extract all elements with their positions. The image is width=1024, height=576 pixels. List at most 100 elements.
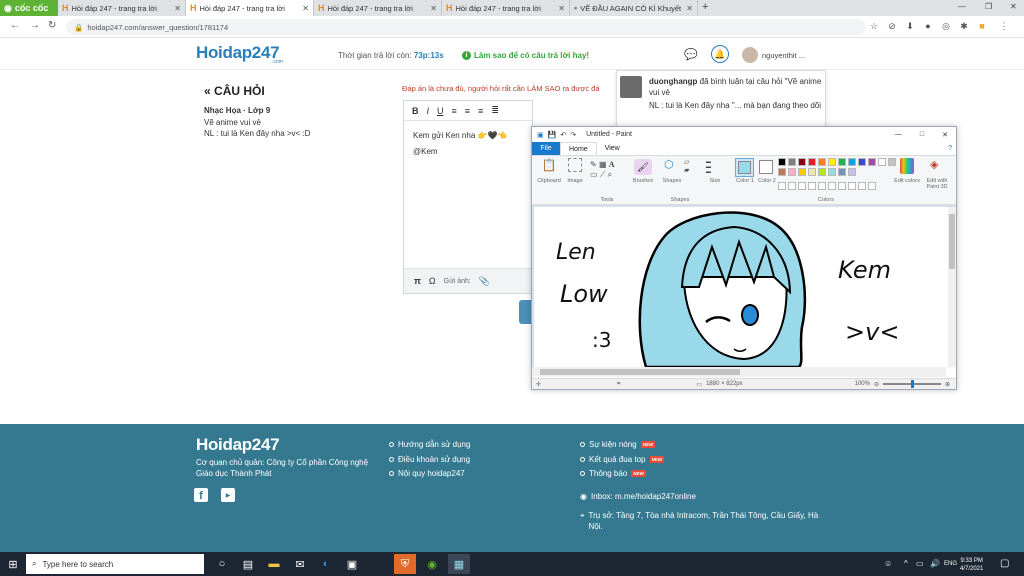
paint-close-icon[interactable]: ✕	[942, 131, 948, 139]
magnifier-icon[interactable]: ⌕	[608, 170, 612, 179]
fill-icon[interactable]: ▦	[599, 160, 607, 169]
math-pi-button[interactable]: π	[414, 276, 421, 286]
new-tab-button[interactable]: +	[702, 1, 708, 13]
paperclip-icon[interactable]: 📎	[479, 276, 490, 287]
color-swatch[interactable]	[818, 158, 826, 166]
back-icon[interactable]: ←	[10, 20, 20, 31]
editor-content-line-2[interactable]: @Kem	[413, 147, 438, 156]
align-left-icon[interactable]: ≡	[452, 106, 457, 116]
zoom-in-icon[interactable]: ⊕	[945, 381, 950, 388]
shapes-icon[interactable]: ⬡	[664, 158, 674, 171]
paint-home-tab[interactable]: Home	[560, 142, 597, 155]
pencil-icon[interactable]: ✎	[590, 160, 597, 169]
symbol-omega-button[interactable]: Ω	[429, 276, 436, 286]
color-swatch[interactable]	[778, 158, 786, 166]
extension-icon[interactable]: ⊘	[886, 20, 898, 32]
edge-icon[interactable]: ◐	[318, 556, 334, 572]
color-picker-icon[interactable]: ⟋	[600, 170, 606, 179]
facebook-icon[interactable]: f	[194, 488, 208, 502]
coccoc-brand-button[interactable]: ◉ cốc cốc	[0, 0, 58, 16]
color-swatch[interactable]	[838, 168, 846, 176]
footer-link-rules[interactable]: Nội quy hoidap247	[389, 469, 465, 478]
custom-slot[interactable]	[778, 182, 786, 190]
youtube-icon[interactable]: ▶	[221, 488, 235, 502]
editor-content-line-1[interactable]: Kem gửi Ken nha 👉🖤👈	[413, 131, 507, 140]
footer-link-announcements[interactable]: Thông báo NEW	[580, 469, 646, 478]
paint-file-tab[interactable]: File	[532, 142, 560, 155]
save-icon[interactable]: 💾	[548, 131, 557, 139]
eraser-icon[interactable]: ▭	[590, 170, 598, 179]
horizontal-scroll-thumb[interactable]	[540, 369, 740, 375]
color-swatch[interactable]	[838, 158, 846, 166]
footer-logo[interactable]: Hoidap247	[196, 435, 280, 455]
color-swatch[interactable]	[788, 158, 796, 166]
color-swatch[interactable]	[798, 158, 806, 166]
custom-slot[interactable]	[838, 182, 846, 190]
username[interactable]: nguyenthit ...	[762, 51, 805, 60]
footer-inbox-link[interactable]: ◉ Inbox: m.me/hoidap247online	[580, 492, 696, 501]
paint-minimize-icon[interactable]: —	[895, 131, 902, 138]
extension-2-icon[interactable]: ●	[922, 20, 934, 32]
custom-slot[interactable]	[828, 182, 836, 190]
help-icon[interactable]: ?	[948, 145, 952, 152]
close-tab-icon[interactable]: ✕	[302, 4, 309, 13]
store-icon[interactable]: ▣	[344, 556, 360, 572]
url-bar[interactable]: 🔒 hoidap247.com/answer_question/1781174	[66, 19, 866, 35]
color1-button[interactable]	[735, 158, 754, 177]
select-icon[interactable]	[568, 158, 582, 172]
task-view-icon[interactable]: ▤	[240, 556, 256, 572]
zoom-out-icon[interactable]: ⊖	[874, 381, 879, 388]
site-logo[interactable]: Hoidap247	[196, 43, 280, 63]
close-window-icon[interactable]: ✕	[1010, 2, 1017, 11]
custom-slot[interactable]	[818, 182, 826, 190]
color-swatch[interactable]	[828, 158, 836, 166]
size-icon[interactable]: ━ ━ ━	[706, 159, 711, 177]
browser-tab-3[interactable]: H Hỏi đáp 247 - trang tra lời ✕	[314, 0, 442, 16]
vertical-scroll-thumb[interactable]	[949, 214, 955, 269]
undo-icon[interactable]: ↶	[560, 131, 566, 139]
edit-colors-icon[interactable]	[900, 158, 914, 174]
footer-link-guide[interactable]: Hướng dẫn sử dụng	[389, 440, 470, 449]
bookmark-star-icon[interactable]: ☆	[868, 20, 880, 32]
paint3d-icon[interactable]: ◈	[930, 158, 938, 171]
underline-button[interactable]: U	[437, 106, 444, 116]
tray-chevron-icon[interactable]: ^	[904, 559, 908, 568]
custom-slot[interactable]	[868, 182, 876, 190]
coccoc-taskbar-icon[interactable]: ◉	[424, 556, 440, 572]
forward-icon[interactable]: →	[30, 20, 40, 31]
close-tab-icon[interactable]: ✕	[686, 4, 693, 13]
people-icon[interactable]: ☺	[884, 559, 892, 568]
windows-start-icon[interactable]: ⊞	[5, 556, 21, 572]
color-swatch[interactable]	[798, 168, 806, 176]
reload-icon[interactable]: ↻	[48, 20, 56, 31]
notification-bell-icon[interactable]: 🔔	[711, 45, 729, 63]
extension-3-icon[interactable]: ◎	[940, 20, 952, 32]
browser-tab-1[interactable]: H Hỏi đáp 247 - trang tra lời ✕	[58, 0, 186, 16]
browser-tab-2[interactable]: H Hỏi đáp 247 - trang tra lời ✕	[186, 0, 314, 16]
action-center-icon[interactable]: ▢	[1000, 558, 1009, 569]
browser-tab-5[interactable]: ▪ VẼ ĐẦU AGAIN CÓ KÌ Khuyết ✕	[570, 0, 698, 16]
color-swatch[interactable]	[808, 168, 816, 176]
footer-link-terms[interactable]: Điều khoản sử dụng	[389, 455, 470, 464]
browser-tab-4[interactable]: H Hỏi đáp 247 - trang tra lời ✕	[442, 0, 570, 16]
chat-icon[interactable]: 💬	[684, 48, 698, 61]
color-swatch[interactable]	[808, 158, 816, 166]
close-tab-icon[interactable]: ✕	[558, 4, 565, 13]
italic-button[interactable]: I	[427, 106, 430, 116]
taskbar-clock[interactable]: 9:33 PM 4/7/2021	[960, 557, 983, 573]
howto-link[interactable]: i Làm sao để có câu trả lời hay!	[462, 51, 589, 60]
custom-slot[interactable]	[858, 182, 866, 190]
color-swatch[interactable]	[818, 168, 826, 176]
color-swatch[interactable]	[888, 158, 896, 166]
paste-icon[interactable]: 📋	[538, 158, 560, 172]
paint-taskbar-icon[interactable]: ▦	[448, 554, 470, 574]
network-icon[interactable]: ▭	[916, 559, 924, 568]
mail-icon[interactable]: ✉	[292, 556, 308, 572]
color-swatch[interactable]	[868, 158, 876, 166]
taskbar-search[interactable]: ⌕ Type here to search	[26, 554, 204, 574]
close-tab-icon[interactable]: ✕	[174, 4, 181, 13]
text-tool-icon[interactable]: A	[609, 160, 615, 169]
download-icon[interactable]: ⬇	[904, 20, 916, 32]
zoom-slider[interactable]	[882, 380, 941, 388]
custom-slot[interactable]	[808, 182, 816, 190]
